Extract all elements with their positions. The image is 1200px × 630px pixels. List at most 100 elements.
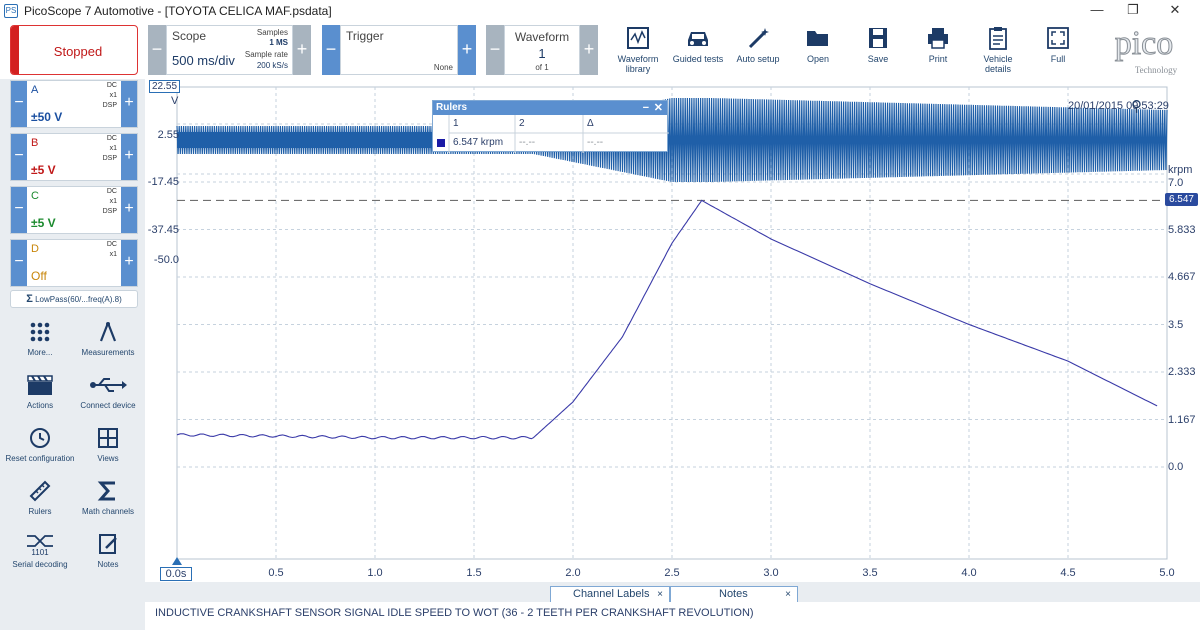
x-tick-origin[interactable]: 0.0s <box>160 567 192 581</box>
x-tick: 4.5 <box>1060 567 1076 579</box>
trigger-group[interactable]: Trigger None <box>340 25 458 75</box>
right-axis-unit: krpm <box>1168 164 1193 176</box>
rulers-minimize-icon[interactable]: − <box>643 101 649 115</box>
x-tick: 2.0 <box>565 567 581 579</box>
math-channels-button[interactable]: Math channels <box>73 479 143 516</box>
ruler-value-tag[interactable]: 6.547 <box>1164 193 1198 206</box>
serial-decoding-button[interactable]: 1101 Serial decoding <box>5 532 75 569</box>
close-button[interactable]: ✕ <box>1160 2 1190 20</box>
tab-notes[interactable]: Notes × <box>670 586 798 602</box>
tab-channel-labels-close-icon[interactable]: × <box>657 587 663 602</box>
x-tick: 3.0 <box>763 567 779 579</box>
right-tick: 5.833 <box>1168 224 1196 236</box>
auto-setup-button[interactable]: Auto setup <box>730 26 786 64</box>
channel-b-plus-button[interactable]: + <box>121 134 137 180</box>
car-icon <box>688 32 708 46</box>
auto-setup-label: Auto setup <box>736 54 780 64</box>
stopped-indicator <box>11 26 19 74</box>
trigger-plus-button[interactable]: + <box>458 25 476 75</box>
channel-d-plus-button[interactable]: + <box>121 240 137 286</box>
x-tick: 0.5 <box>268 567 284 579</box>
channel-b-minus-button[interactable]: − <box>11 134 27 180</box>
rulers-close-icon[interactable]: ✕ <box>654 101 663 115</box>
actions-button[interactable]: Actions <box>5 373 75 410</box>
x-tick: 1.5 <box>466 567 482 579</box>
channel-a-config: DC x1 DSP <box>102 82 117 109</box>
tab-channel-labels[interactable]: Channel Labels × <box>550 586 670 602</box>
rulers-panel-header[interactable]: Rulers − ✕ <box>433 101 667 115</box>
left-panel: − A DC x1 DSP ±50 V + − B DC x1 DSP ±5 V + −… <box>0 79 145 630</box>
trigger-minus-button[interactable]: − <box>322 25 340 75</box>
right-tick: 2.333 <box>1168 366 1196 378</box>
timebase-minus-button[interactable]: − <box>148 25 166 75</box>
reset-configuration-button[interactable]: Reset configuration <box>5 426 75 463</box>
more-label: More... <box>27 348 53 357</box>
run-state-label: Stopped <box>53 44 103 59</box>
save-button[interactable]: Save <box>850 26 906 64</box>
trigger-label: Trigger <box>346 29 384 43</box>
channel-a-plus-button[interactable]: + <box>121 81 137 127</box>
waveform-library-button[interactable]: Waveform library <box>610 26 666 74</box>
open-label: Open <box>806 54 830 64</box>
run-stop-button[interactable]: Stopped <box>10 25 138 75</box>
reset-configuration-label: Reset configuration <box>5 454 75 463</box>
rulers-button[interactable]: Rulers <box>5 479 75 516</box>
sample-rate-label: Sample rate <box>244 50 288 59</box>
full-screen-button[interactable]: Full <box>1030 26 1086 64</box>
folder-icon <box>807 31 828 46</box>
timebase-plus-button[interactable]: + <box>293 25 311 75</box>
math-channel-button[interactable]: Σ LowPass(60/...freq(A).8) <box>10 290 138 308</box>
notes-text: INDUCTIVE CRANKSHAFT SENSOR SIGNAL IDLE … <box>155 607 754 619</box>
waveform-prev-button[interactable]: − <box>486 25 504 75</box>
channel-a-minus-button[interactable]: − <box>11 81 27 127</box>
open-button[interactable]: Open <box>790 26 846 64</box>
channel-c-plus-button[interactable]: + <box>121 187 137 233</box>
more-button[interactable]: More... <box>5 320 75 357</box>
tab-notes-close-icon[interactable]: × <box>785 587 791 602</box>
plot-svg[interactable] <box>145 79 1200 582</box>
math-channels-label: Math channels <box>81 507 135 516</box>
minimize-button[interactable]: — <box>1082 2 1112 20</box>
math-channel-label: LowPass(60/...freq(A).8) <box>35 295 122 304</box>
waveform-group[interactable]: Waveform 1 of 1 <box>504 25 580 75</box>
left-tick: -37.45 <box>147 224 179 236</box>
waveform-next-button[interactable]: + <box>580 25 598 75</box>
channel-c-minus-button[interactable]: − <box>11 187 27 233</box>
x-tick: 1.0 <box>367 567 383 579</box>
channel-b[interactable]: − B DC x1 DSP ±5 V + <box>10 133 138 181</box>
channel-c[interactable]: − C DC x1 DSP ±5 V + <box>10 186 138 234</box>
channel-d-name: D <box>31 243 39 255</box>
measurements-button[interactable]: Measurements <box>73 320 143 357</box>
channel-a-name: A <box>31 84 39 96</box>
restore-button[interactable]: ❐ <box>1118 2 1148 20</box>
x-tick: 2.5 <box>664 567 680 579</box>
channel-a[interactable]: − A DC x1 DSP ±50 V + <box>10 80 138 128</box>
connect-device-button[interactable]: Connect device <box>73 373 143 410</box>
channel-d-minus-button[interactable]: − <box>11 240 27 286</box>
scope-group[interactable]: Scope 500 ms/div Samples 1 MS Sample rat… <box>166 25 293 75</box>
channel-a-scale-max[interactable]: 22.55 <box>149 80 181 93</box>
notes-label: Notes <box>97 560 119 569</box>
bottom-tabs-bar: Channel Labels × Notes × <box>145 582 1200 602</box>
logo-text: pico <box>1115 25 1174 62</box>
timestamp: 20/01/2015 09:53:29 <box>1068 100 1169 112</box>
sigma-icon: Σ <box>26 293 33 305</box>
pico-logo: pico Technology <box>1094 24 1194 78</box>
channel-b-range: ±5 V <box>31 163 56 177</box>
scope-graph[interactable]: 22.55 V 2.55 -17.45 -37.45 -50.0 20/01/2… <box>145 79 1200 582</box>
channel-d[interactable]: − D DC x1 Off + <box>10 239 138 287</box>
app-icon: PS <box>4 4 18 18</box>
right-tick: 3.5 <box>1168 319 1184 331</box>
channel-c-name: C <box>31 190 39 202</box>
rulers-panel[interactable]: Rulers − ✕ 1 2 Δ 6.547 krpm --.-- --.-- <box>432 100 669 153</box>
zoom-icon[interactable]: ⚲ <box>1131 97 1142 115</box>
clipboard-icon <box>989 27 1007 50</box>
notes-button[interactable]: Notes <box>73 532 143 569</box>
print-button[interactable]: Print <box>910 26 966 64</box>
left-axis-unit: V <box>171 95 179 107</box>
guided-tests-button[interactable]: Guided tests <box>670 26 726 64</box>
views-button[interactable]: Views <box>73 426 143 463</box>
notes-text-area[interactable]: INDUCTIVE CRANKSHAFT SENSOR SIGNAL IDLE … <box>145 602 1200 630</box>
rulers-label: Rulers <box>28 507 52 516</box>
vehicle-details-button[interactable]: Vehicle details <box>970 26 1026 74</box>
